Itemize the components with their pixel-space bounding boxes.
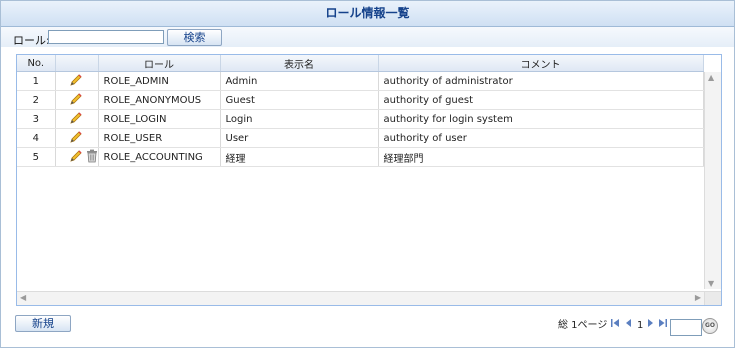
row-number: 2 bbox=[17, 90, 56, 110]
trash-icon[interactable] bbox=[86, 149, 98, 166]
display-name-cell: Login bbox=[220, 109, 379, 129]
edit-icon[interactable] bbox=[69, 111, 83, 128]
comment-cell: 経理部門 bbox=[378, 147, 704, 167]
search-bar: ロール: 検索 bbox=[1, 27, 734, 47]
role-list-panel: ロール情報一覧 ロール: 検索 No. ロール 表示名 コメント 1 ROLE_A… bbox=[0, 0, 735, 348]
table-header-row: No. ロール 表示名 コメント bbox=[17, 55, 704, 72]
total-pages-text: 総 1ページ bbox=[558, 320, 608, 331]
row-number: 3 bbox=[17, 109, 56, 129]
column-header-actions bbox=[55, 55, 99, 72]
row-number: 5 bbox=[17, 147, 56, 167]
row-actions bbox=[55, 90, 99, 110]
edit-icon[interactable] bbox=[69, 149, 83, 166]
page-number-input[interactable] bbox=[670, 319, 702, 336]
scrollbar-corner bbox=[704, 291, 721, 305]
comment-cell: authority of guest bbox=[378, 90, 704, 110]
scroll-right-icon[interactable]: ▶ bbox=[695, 293, 701, 302]
scroll-up-icon[interactable]: ▲ bbox=[708, 73, 714, 82]
row-number: 4 bbox=[17, 128, 56, 148]
display-name-cell: 経理 bbox=[220, 147, 379, 167]
pagination: 総 1ページ 1 bbox=[0, 318, 735, 334]
display-name-cell: Admin bbox=[220, 71, 379, 91]
role-cell: ROLE_ANONYMOUS bbox=[98, 90, 221, 110]
role-table: No. ロール 表示名 コメント 1 ROLE_ADMIN Admin authori… bbox=[17, 55, 704, 167]
search-label: ロール: bbox=[13, 34, 50, 47]
scroll-left-icon[interactable]: ◀ bbox=[20, 293, 26, 302]
row-actions bbox=[55, 128, 99, 148]
comment-cell: authority for login system bbox=[378, 109, 704, 129]
row-number: 1 bbox=[17, 71, 56, 91]
scroll-down-icon[interactable]: ▼ bbox=[708, 279, 714, 288]
next-page-icon[interactable] bbox=[647, 318, 654, 334]
first-page-icon[interactable] bbox=[611, 318, 620, 334]
role-cell: ROLE_ACCOUNTING bbox=[98, 147, 221, 167]
table-row[interactable]: 3 ROLE_LOGIN Login authority for login syst… bbox=[17, 109, 704, 129]
last-page-icon[interactable] bbox=[658, 318, 667, 334]
horizontal-scrollbar[interactable]: ◀ ▶ bbox=[17, 291, 704, 305]
current-page-number: 1 bbox=[637, 320, 644, 331]
role-search-input[interactable] bbox=[48, 30, 164, 44]
column-header-display-name[interactable]: 表示名 bbox=[220, 55, 379, 72]
role-cell: ROLE_ADMIN bbox=[98, 71, 221, 91]
edit-icon[interactable] bbox=[69, 73, 83, 90]
go-button[interactable]: GO bbox=[702, 318, 718, 334]
column-header-comment[interactable]: コメント bbox=[378, 55, 704, 72]
display-name-cell: User bbox=[220, 128, 379, 148]
edit-icon[interactable] bbox=[69, 130, 83, 147]
window-title: ロール情報一覧 bbox=[1, 1, 734, 27]
table-row[interactable]: 4 ROLE_USER User authority of user bbox=[17, 128, 704, 148]
vertical-scrollbar[interactable]: ▲ ▼ bbox=[704, 72, 721, 289]
role-cell: ROLE_LOGIN bbox=[98, 109, 221, 129]
table-row[interactable]: 5 ROLE_ACCOUNTING 経理 経理部門 bbox=[17, 147, 704, 167]
row-actions bbox=[55, 71, 99, 91]
prev-page-icon[interactable] bbox=[625, 318, 632, 334]
table-row[interactable]: 1 ROLE_ADMIN Admin authority of administrat… bbox=[17, 71, 704, 91]
role-cell: ROLE_USER bbox=[98, 128, 221, 148]
search-button[interactable]: 検索 bbox=[167, 29, 222, 46]
comment-cell: authority of administrator bbox=[378, 71, 704, 91]
column-header-role[interactable]: ロール bbox=[98, 55, 221, 72]
comment-cell: authority of user bbox=[378, 128, 704, 148]
row-actions bbox=[55, 147, 99, 167]
display-name-cell: Guest bbox=[220, 90, 379, 110]
column-header-no[interactable]: No. bbox=[17, 55, 56, 72]
role-grid: No. ロール 表示名 コメント 1 ROLE_ADMIN Admin authori… bbox=[16, 54, 722, 306]
row-actions bbox=[55, 109, 99, 129]
table-row[interactable]: 2 ROLE_ANONYMOUS Guest authority of guest bbox=[17, 90, 704, 110]
edit-icon[interactable] bbox=[69, 92, 83, 109]
